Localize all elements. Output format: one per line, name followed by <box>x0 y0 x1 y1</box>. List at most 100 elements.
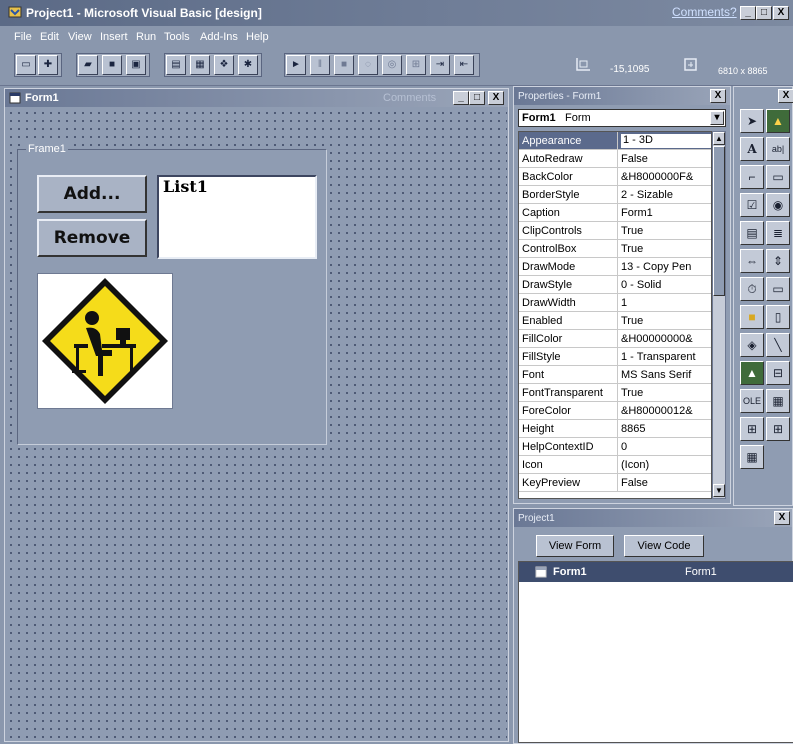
object-browser-icon[interactable]: ✱ <box>238 55 258 75</box>
form-close-button[interactable]: X <box>488 91 504 105</box>
property-value[interactable]: 1 - 3D <box>621 134 711 148</box>
property-row[interactable]: FillStyle 1 - Transparent <box>519 348 711 366</box>
add-project-icon[interactable]: ▭ <box>16 55 36 75</box>
object-selector[interactable]: Form1 Form ▾ <box>518 109 726 127</box>
step-over-icon[interactable]: ⇤ <box>454 55 474 75</box>
checkbox-icon[interactable]: ☑ <box>740 193 764 217</box>
toolbox-close-button[interactable]: X <box>778 89 793 103</box>
property-value[interactable]: 1 <box>621 297 711 309</box>
property-row[interactable]: FontTransparent True <box>519 384 711 402</box>
scrollbar-thumb[interactable] <box>713 146 725 296</box>
textbox-icon[interactable]: ab| <box>766 137 790 161</box>
property-value[interactable]: (Icon) <box>621 459 711 471</box>
close-button[interactable]: X <box>773 6 789 20</box>
property-value[interactable]: &H80000012& <box>621 405 711 417</box>
drivelistbox-icon[interactable]: ▭ <box>766 277 790 301</box>
property-value[interactable]: Form1 <box>621 207 711 219</box>
timer-icon[interactable]: ⏱ <box>740 277 764 301</box>
property-row[interactable]: DrawMode 13 - Copy Pen <box>519 258 711 276</box>
property-value[interactable]: True <box>621 243 711 255</box>
label-icon[interactable]: A <box>740 137 764 161</box>
property-value[interactable]: 8865 <box>621 423 711 435</box>
property-row[interactable]: FillColor &H00000000& <box>519 330 711 348</box>
frame-icon[interactable]: ⌐ <box>740 165 764 189</box>
property-row[interactable]: AutoRedraw False <box>519 150 711 168</box>
property-row[interactable]: HelpContextID 0 <box>519 438 711 456</box>
property-row[interactable]: Height 8865 <box>519 420 711 438</box>
menu-insert[interactable]: Insert <box>100 31 128 43</box>
add-form-icon[interactable]: ✚ <box>38 55 58 75</box>
data-icon[interactable]: ⊟ <box>766 361 790 385</box>
property-row[interactable]: BorderStyle 2 - Sizable <box>519 186 711 204</box>
form-design-surface[interactable]: Frame1 Add... Remove List1 <box>7 109 507 739</box>
properties-icon[interactable]: ▦ <box>190 55 210 75</box>
property-row[interactable]: ForeColor &H80000012& <box>519 402 711 420</box>
toggle-breakpoint-icon[interactable]: ◌ <box>358 55 378 75</box>
picture-box[interactable] <box>37 273 173 409</box>
custom3-icon[interactable]: ▦ <box>740 445 764 469</box>
form-maximize-button[interactable]: □ <box>469 91 485 105</box>
line-icon[interactable]: ╲ <box>766 333 790 357</box>
ole-icon[interactable]: OLE <box>740 389 764 413</box>
property-row[interactable]: BackColor &H8000000F& <box>519 168 711 186</box>
project-close-button[interactable]: X <box>774 511 790 525</box>
property-value[interactable]: 13 - Copy Pen <box>621 261 711 273</box>
view-code-button[interactable]: View Code <box>624 535 704 557</box>
remove-button[interactable]: Remove <box>37 219 147 257</box>
image-icon[interactable]: ▲ <box>740 361 764 385</box>
listbox-icon[interactable]: ≣ <box>766 221 790 245</box>
pause-icon[interactable]: ǁ <box>310 55 330 75</box>
minimize-button[interactable]: _ <box>740 6 756 20</box>
properties-close-button[interactable]: X <box>710 89 726 103</box>
property-value[interactable]: &H8000000F& <box>621 171 711 183</box>
property-row[interactable]: DrawWidth 1 <box>519 294 711 312</box>
step-into-icon[interactable]: ⇥ <box>430 55 450 75</box>
combobox-icon[interactable]: ▤ <box>740 221 764 245</box>
shape-icon[interactable]: ◈ <box>740 333 764 357</box>
calls-icon[interactable]: ⊞ <box>406 55 426 75</box>
property-value[interactable]: True <box>621 387 711 399</box>
pointer-icon[interactable]: ➤ <box>740 109 764 133</box>
property-row[interactable]: KeyPreview False <box>519 474 711 492</box>
property-row[interactable]: DrawStyle 0 - Solid <box>519 276 711 294</box>
property-value[interactable]: MS Sans Serif <box>621 369 711 381</box>
form-minimize-button[interactable]: _ <box>453 91 469 105</box>
property-row[interactable]: Caption Form1 <box>519 204 711 222</box>
save-icon[interactable]: ■ <box>102 55 122 75</box>
property-value[interactable]: True <box>621 225 711 237</box>
menu-edit[interactable]: Edit <box>40 31 59 43</box>
menu-help[interactable]: Help <box>246 31 269 43</box>
vscrollbar-icon[interactable]: ⇕ <box>766 249 790 273</box>
properties-scrollbar[interactable]: ▲ ▼ <box>712 131 726 499</box>
property-value[interactable]: False <box>621 153 711 165</box>
commandbutton-icon[interactable]: ▭ <box>766 165 790 189</box>
chevron-down-icon[interactable]: ▾ <box>710 111 724 125</box>
picturebox-icon[interactable]: ▲ <box>766 109 790 133</box>
property-row[interactable]: Font MS Sans Serif <box>519 366 711 384</box>
menu-run[interactable]: Run <box>136 31 156 43</box>
property-value[interactable]: 0 <box>621 441 711 453</box>
menu-file[interactable]: File <box>14 31 32 43</box>
property-value[interactable]: 2 - Sizable <box>621 189 711 201</box>
hscrollbar-icon[interactable]: ⇔ <box>740 249 764 273</box>
project-explorer-icon[interactable]: ❖ <box>214 55 234 75</box>
menu-tools[interactable]: Tools <box>164 31 190 43</box>
filelistbox-icon[interactable]: ▯ <box>766 305 790 329</box>
add-button[interactable]: Add... <box>37 175 147 213</box>
maximize-button[interactable]: □ <box>756 6 772 20</box>
menu-addins[interactable]: Add-Ins <box>200 31 238 43</box>
custom2-icon[interactable]: ⊞ <box>766 417 790 441</box>
stop-icon[interactable]: ■ <box>334 55 354 75</box>
comments-link[interactable]: Comments? <box>672 5 737 19</box>
menu-view[interactable]: View <box>68 31 92 43</box>
property-value[interactable]: True <box>621 315 711 327</box>
dirlistbox-icon[interactable]: ■ <box>740 305 764 329</box>
lock-icon[interactable]: ▣ <box>126 55 146 75</box>
optionbutton-icon[interactable]: ◉ <box>766 193 790 217</box>
property-row[interactable]: ControlBox True <box>519 240 711 258</box>
scroll-up-icon[interactable]: ▲ <box>713 132 725 145</box>
property-value[interactable]: &H00000000& <box>621 333 711 345</box>
list1-listbox[interactable]: List1 <box>157 175 317 259</box>
property-row[interactable]: Icon (Icon) <box>519 456 711 474</box>
open-icon[interactable]: ▰ <box>78 55 98 75</box>
